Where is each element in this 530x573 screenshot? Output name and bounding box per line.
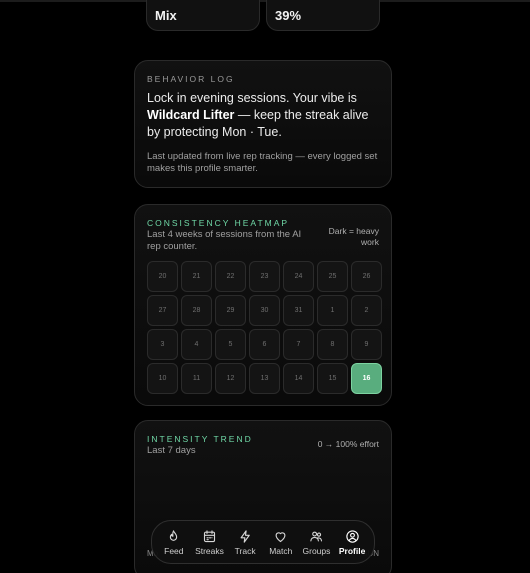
behavior-log-card: BEHAVIOR LOG Lock in evening sessions. Y…	[134, 60, 392, 188]
heatmap-cell: 8	[317, 329, 348, 360]
flame-icon	[170, 529, 178, 541]
behavior-log-note: Last updated from live rep tracking — ev…	[147, 151, 378, 174]
heatmap-cell: 29	[215, 295, 246, 326]
heatmap-cell: 27	[147, 295, 178, 326]
nav-profile[interactable]: Profile	[336, 529, 369, 556]
stat-value-style: Mix	[155, 8, 177, 23]
heatmap-cell: 22	[215, 261, 246, 292]
heatmap-cell: 31	[283, 295, 314, 326]
users-icon	[310, 531, 323, 541]
nav-label-track: Track	[234, 545, 256, 556]
heatmap-cell: 14	[283, 363, 314, 394]
nav-label-groups: Groups	[302, 545, 331, 556]
headline-text: Lock in evening sessions. Your vibe is	[147, 91, 357, 105]
heatmap-cell: 15	[317, 363, 348, 394]
heatmap-cell: 2	[351, 295, 382, 326]
stat-card-style: Mix	[146, 0, 260, 31]
user-circle-icon	[345, 529, 359, 543]
heatmap-cell: 5	[215, 329, 246, 360]
profile-page: Mix 39% BEHAVIOR LOG Lock in evening ses…	[0, 0, 530, 573]
heatmap-cell: 3	[147, 329, 178, 360]
calendar-icon	[203, 529, 216, 542]
nav-label-streaks: Streaks	[195, 545, 224, 556]
heatmap-cell: 1	[317, 295, 348, 326]
trend-subtitle: Last 7 days	[147, 445, 196, 456]
nav-track[interactable]: Track	[229, 529, 262, 556]
nav-match[interactable]: Match	[264, 529, 297, 556]
heatmap-cell: 13	[249, 363, 280, 394]
heatmap-cell: 26	[351, 261, 382, 292]
nav-streaks[interactable]: Streaks	[193, 529, 226, 556]
heatmap-subtitle: Last 4 weeks of sessions from the AI rep…	[147, 229, 302, 252]
heatmap-cell: 24	[283, 261, 314, 292]
heatmap-cell: 25	[317, 261, 348, 292]
trend-range: 0 → 100% effort	[317, 439, 379, 449]
heatmap-cell: 11	[181, 363, 212, 394]
heatmap-cell: 23	[249, 261, 280, 292]
heatmap-cell: 7	[283, 329, 314, 360]
heatmap-title: CONSISTENCY HEATMAP	[147, 218, 290, 228]
heatmap-cell: 21	[181, 261, 212, 292]
consistency-heatmap-card: CONSISTENCY HEATMAP Last 4 weeks of sess…	[134, 204, 392, 406]
nav-groups[interactable]: Groups	[300, 529, 333, 556]
heatmap-legend: Dark = heavy work	[328, 226, 379, 247]
heatmap-cell: 12	[215, 363, 246, 394]
heatmap-cell: 10	[147, 363, 178, 394]
heatmap-cell: 28	[181, 295, 212, 326]
heatmap-cell-today: 16	[351, 363, 382, 394]
nav-label-profile: Profile	[338, 545, 366, 556]
behavior-log-headline: Lock in evening sessions. Your vibe is W…	[147, 90, 383, 141]
bottom-nav: Feed Streaks Track Match Groups Profile	[151, 520, 375, 564]
heatmap-grid: 20 21 22 23 24 25 26 27 28 29 30 31 1 2 3 4 5 6 7 8 9 10 11 12 1…	[147, 261, 382, 394]
nav-feed[interactable]: Feed	[157, 529, 190, 556]
heatmap-cell: 9	[351, 329, 382, 360]
bolt-icon	[240, 529, 250, 543]
stat-value-consistency: 39%	[275, 8, 302, 23]
heatmap-cell: 6	[249, 329, 280, 360]
trend-title: INTENSITY TREND	[147, 434, 253, 444]
nav-label-feed: Feed	[164, 545, 184, 556]
nav-label-match: Match	[269, 545, 293, 556]
headline-vibe: Wildcard Lifter	[147, 108, 235, 122]
stat-card-consistency: 39%	[266, 0, 380, 31]
behavior-log-title: BEHAVIOR LOG	[147, 74, 235, 84]
heatmap-cell: 4	[181, 329, 212, 360]
top-divider	[0, 0, 530, 2]
heart-icon	[275, 531, 286, 542]
heatmap-cell: 30	[249, 295, 280, 326]
heatmap-cell: 20	[147, 261, 178, 292]
